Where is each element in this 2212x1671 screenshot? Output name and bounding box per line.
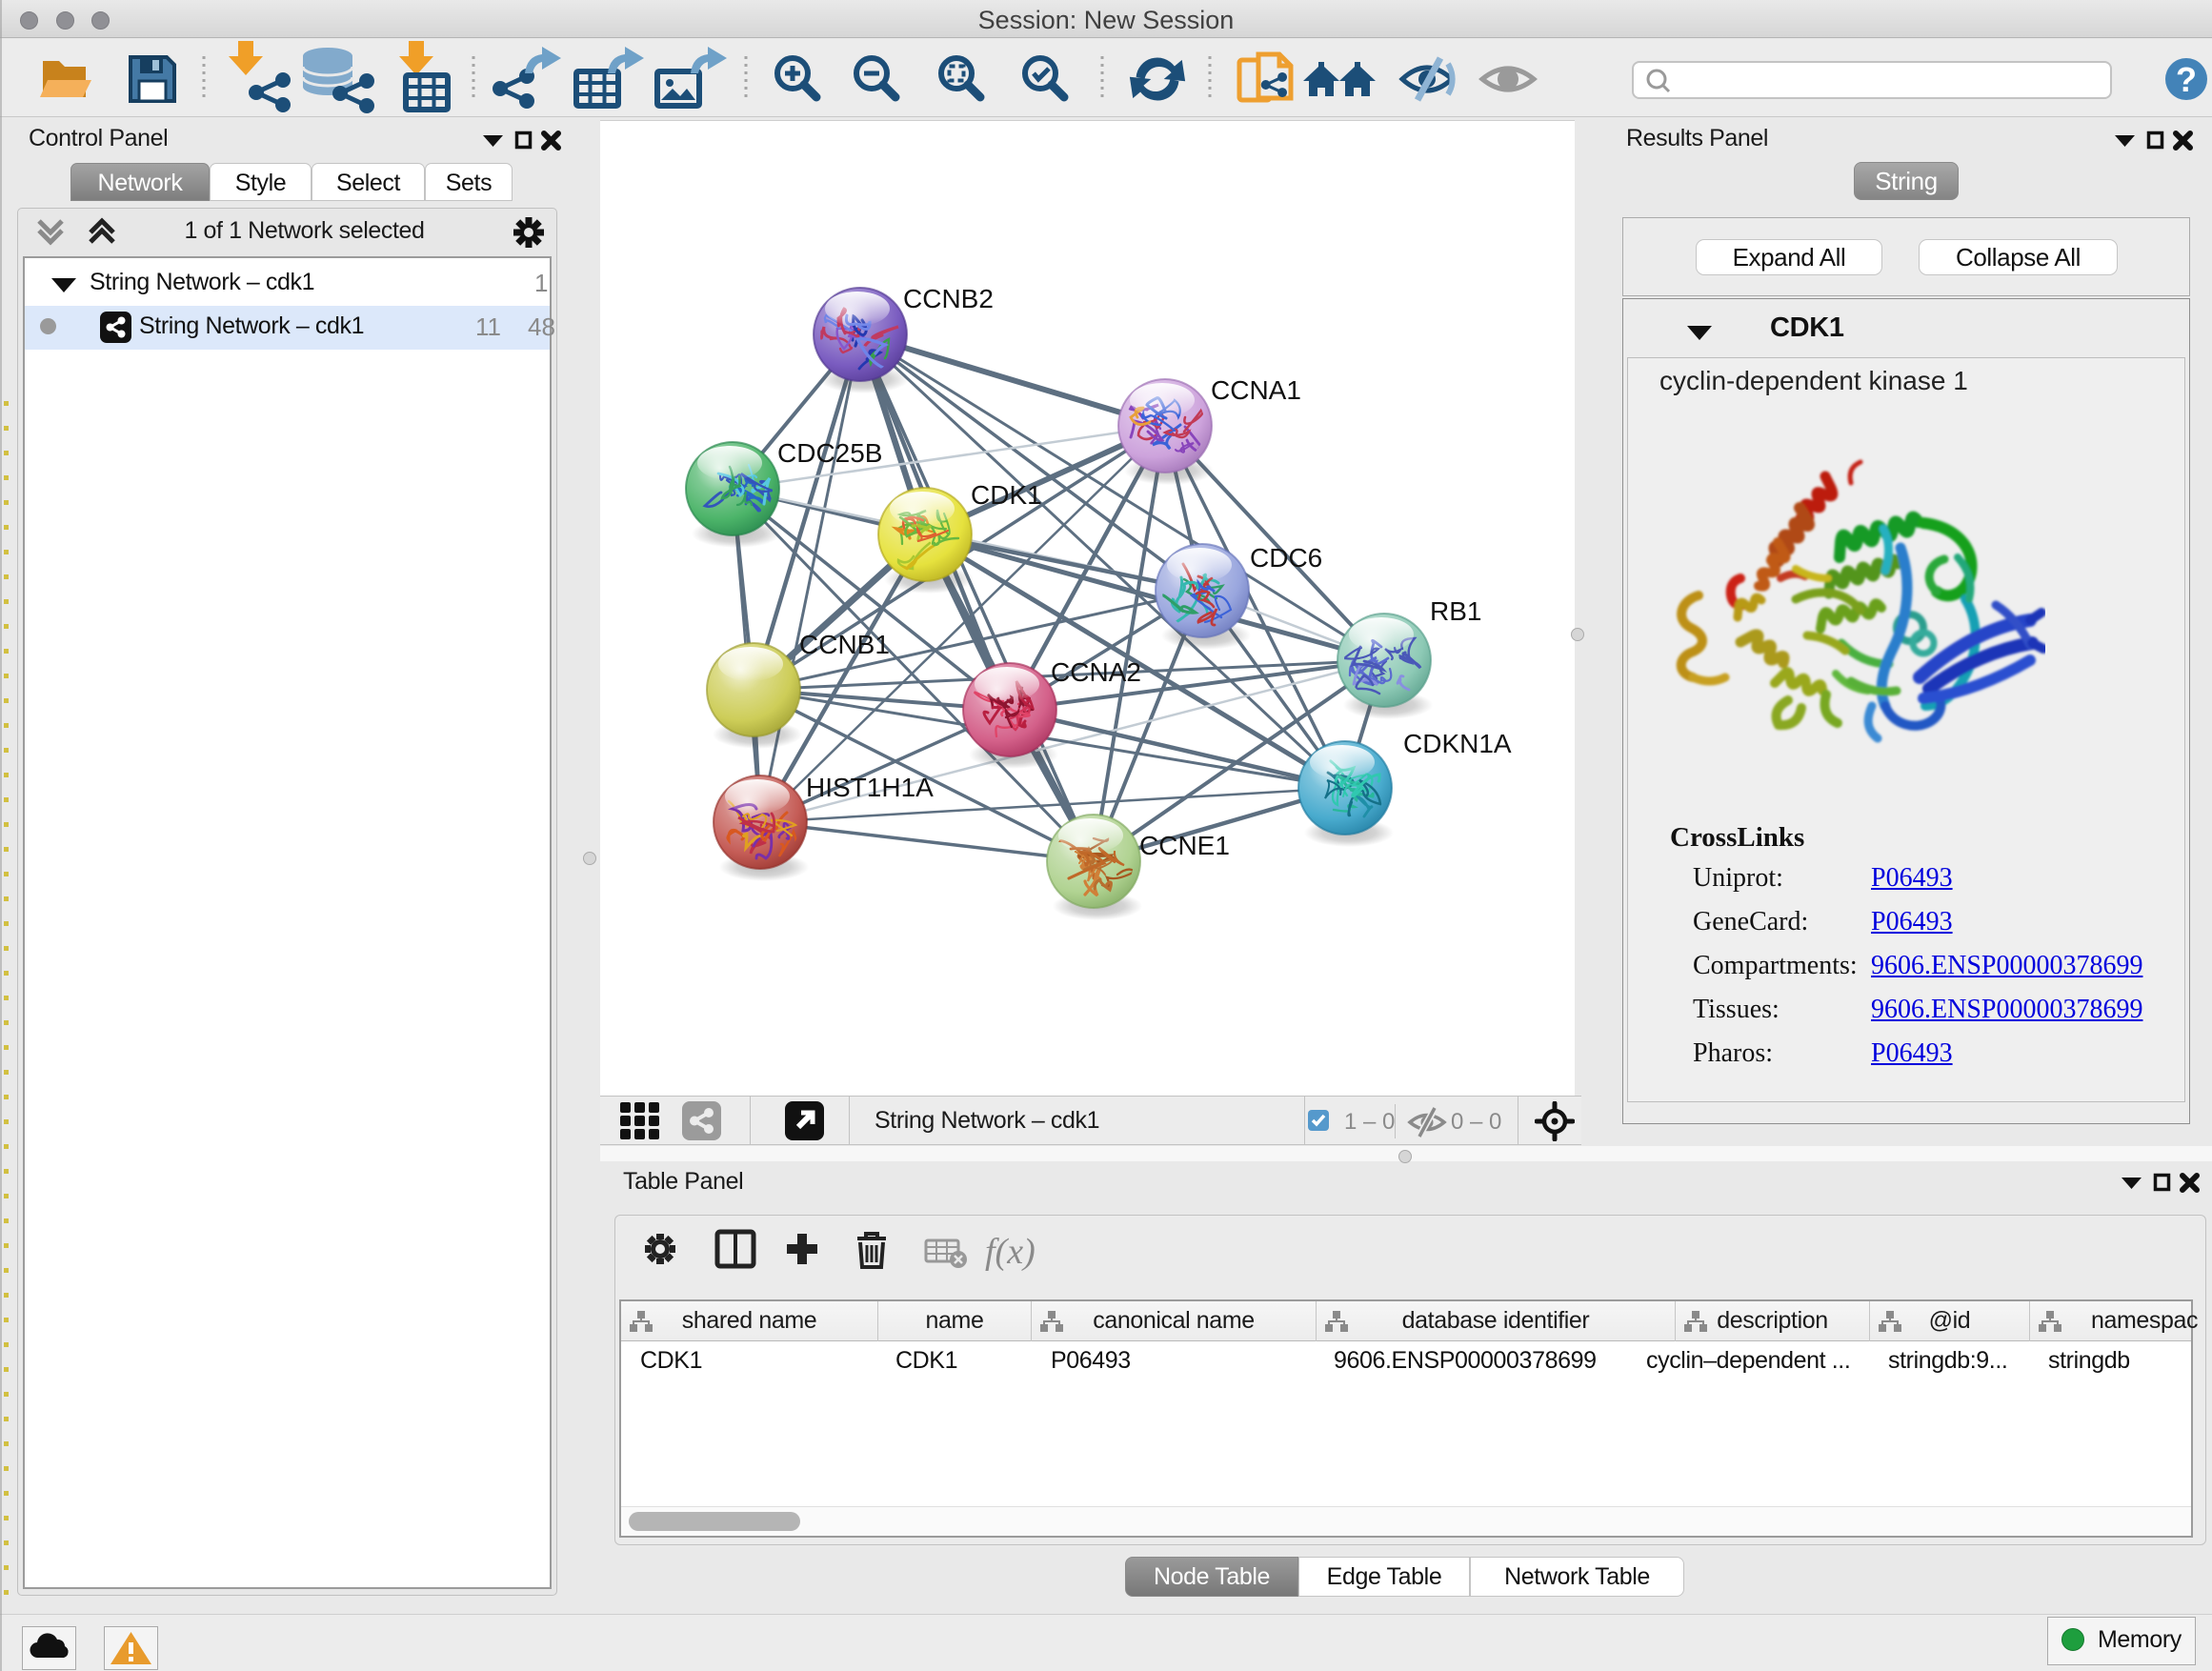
- svg-text:CCNB1: CCNB1: [799, 630, 890, 659]
- svg-text:CDC25B: CDC25B: [777, 438, 882, 468]
- svg-text:RB1: RB1: [1430, 596, 1481, 626]
- svg-text:HIST1H1A: HIST1H1A: [806, 773, 934, 802]
- svg-text:f(x): f(x): [985, 1232, 1036, 1272]
- svg-text:CCNB2: CCNB2: [903, 284, 994, 313]
- svg-text:CDC6: CDC6: [1250, 543, 1322, 573]
- svg-text:CDK1: CDK1: [971, 480, 1042, 510]
- svg-text:CDKN1A: CDKN1A: [1403, 729, 1512, 758]
- svg-text:CCNA1: CCNA1: [1211, 375, 1301, 405]
- svg-text:CCNE1: CCNE1: [1139, 831, 1230, 860]
- svg-text:CCNA2: CCNA2: [1051, 657, 1141, 687]
- svg-text:?: ?: [2176, 60, 2197, 99]
